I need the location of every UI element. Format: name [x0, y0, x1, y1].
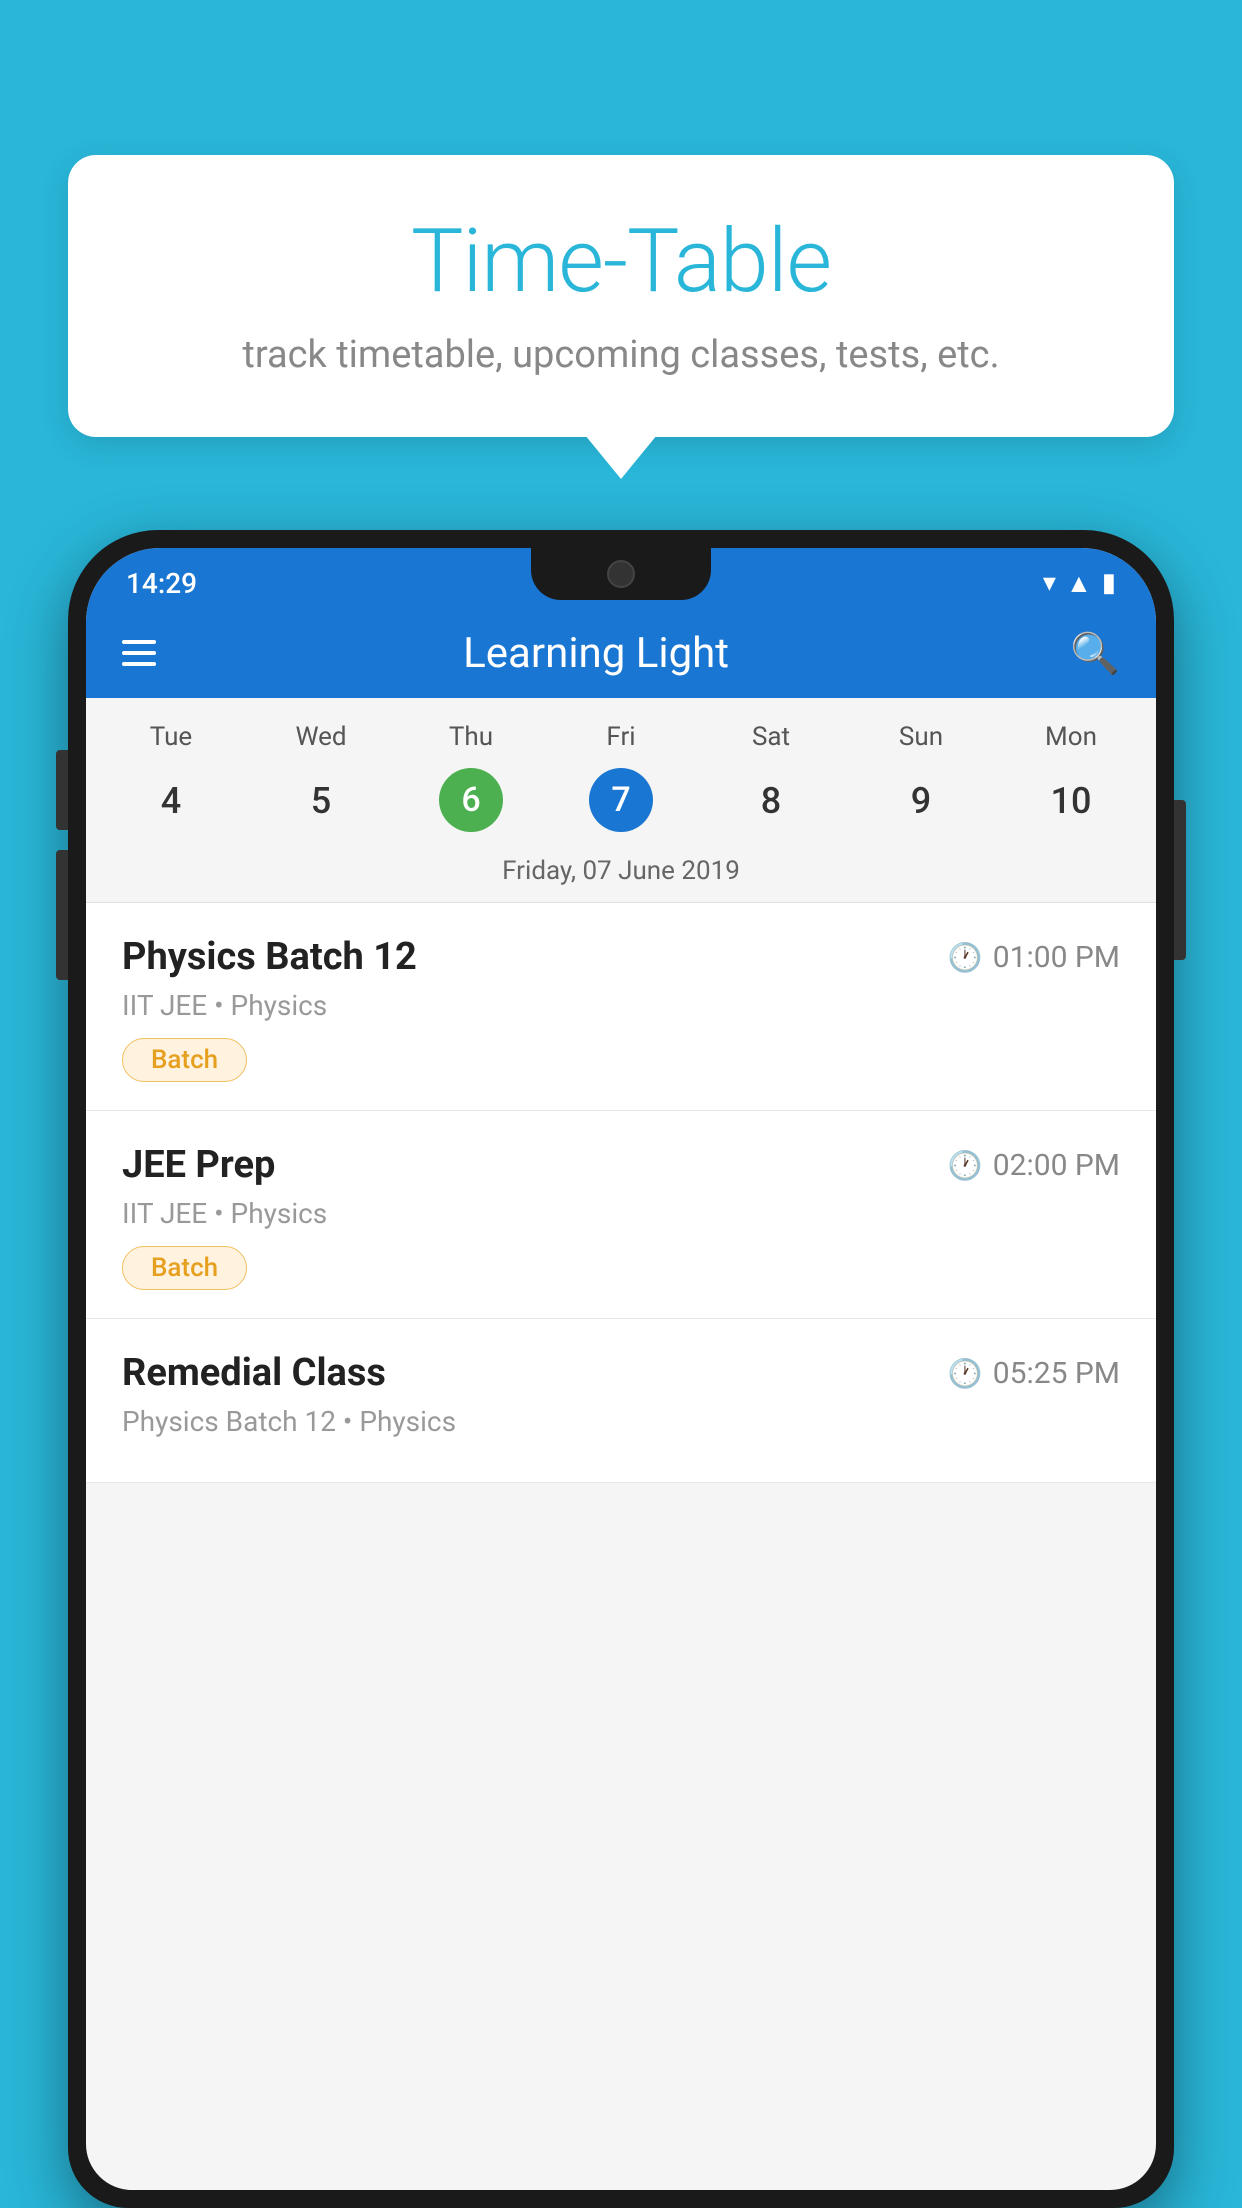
battery-icon: ▮ — [1102, 568, 1116, 598]
time-value-3: 05:25 PM — [993, 1356, 1120, 1391]
search-button[interactable]: 🔍 — [1070, 630, 1120, 677]
status-icons: ▾ ▲ ▮ — [1043, 568, 1116, 599]
schedule-item-header-3: Remedial Class 🕐 05:25 PM — [122, 1351, 1120, 1395]
day-5[interactable]: 5 — [246, 768, 396, 834]
volume-button-down — [56, 850, 68, 980]
schedule-item-time-3: 🕐 05:25 PM — [948, 1356, 1120, 1391]
clock-icon-2: 🕐 — [948, 1149, 983, 1182]
tooltip-title: Time-Table — [128, 210, 1114, 313]
volume-button-up — [56, 750, 68, 830]
day-8[interactable]: 8 — [696, 768, 846, 834]
day-10[interactable]: 10 — [996, 768, 1146, 834]
schedule-item-title-1: Physics Batch 12 — [122, 935, 417, 979]
time-value-1: 01:00 PM — [993, 940, 1120, 975]
phone-mockup: 14:29 ▾ ▲ ▮ Learning Light 🔍 — [68, 530, 1174, 2208]
tooltip-card: Time-Table track timetable, upcoming cla… — [68, 155, 1174, 437]
schedule-item-header-1: Physics Batch 12 🕐 01:00 PM — [122, 935, 1120, 979]
schedule-item-title-2: JEE Prep — [122, 1143, 275, 1187]
schedule-item-physics-batch[interactable]: Physics Batch 12 🕐 01:00 PM IIT JEE • Ph… — [86, 903, 1156, 1111]
phone-screen: 14:29 ▾ ▲ ▮ Learning Light 🔍 — [86, 548, 1156, 2190]
schedule-item-remedial[interactable]: Remedial Class 🕐 05:25 PM Physics Batch … — [86, 1319, 1156, 1483]
schedule-item-sub-1: IIT JEE • Physics — [122, 989, 1120, 1022]
phone-notch — [531, 548, 711, 600]
day-label-thu: Thu — [396, 714, 546, 760]
day-9[interactable]: 9 — [846, 768, 996, 834]
selected-date-label: Friday, 07 June 2019 — [86, 846, 1156, 902]
day-label-wed: Wed — [246, 714, 396, 760]
wifi-icon: ▾ — [1043, 568, 1056, 598]
tooltip-subtitle: track timetable, upcoming classes, tests… — [128, 333, 1114, 377]
app-title: Learning Light — [122, 629, 1070, 678]
day-label-fri: Fri — [546, 714, 696, 760]
signal-icon: ▲ — [1066, 568, 1092, 599]
schedule-item-sub-2: IIT JEE • Physics — [122, 1197, 1120, 1230]
day-6-today[interactable]: 6 — [439, 768, 503, 832]
schedule-list: Physics Batch 12 🕐 01:00 PM IIT JEE • Ph… — [86, 903, 1156, 1483]
app-header: Learning Light 🔍 — [86, 608, 1156, 698]
schedule-item-jee-prep[interactable]: JEE Prep 🕐 02:00 PM IIT JEE • Physics Ba… — [86, 1111, 1156, 1319]
day-4[interactable]: 4 — [96, 768, 246, 834]
batch-badge-2: Batch — [122, 1246, 247, 1290]
schedule-item-time-2: 🕐 02:00 PM — [948, 1148, 1120, 1183]
schedule-item-header-2: JEE Prep 🕐 02:00 PM — [122, 1143, 1120, 1187]
schedule-item-title-3: Remedial Class — [122, 1351, 386, 1395]
time-value-2: 02:00 PM — [993, 1148, 1120, 1183]
front-camera — [607, 560, 635, 588]
status-time: 14:29 — [126, 567, 197, 600]
day-labels-row: Tue Wed Thu Fri Sat Sun Mon — [86, 714, 1156, 760]
power-button — [1174, 800, 1186, 960]
day-label-mon: Mon — [996, 714, 1146, 760]
clock-icon-3: 🕐 — [948, 1357, 983, 1390]
schedule-item-time-1: 🕐 01:00 PM — [948, 940, 1120, 975]
day-7-selected[interactable]: 7 — [589, 768, 653, 832]
clock-icon-1: 🕐 — [948, 941, 983, 974]
calendar-strip: Tue Wed Thu Fri Sat Sun Mon 4 5 6 7 8 — [86, 698, 1156, 903]
schedule-item-sub-3: Physics Batch 12 • Physics — [122, 1405, 1120, 1438]
day-label-sat: Sat — [696, 714, 846, 760]
day-label-sun: Sun — [846, 714, 996, 760]
day-label-tue: Tue — [96, 714, 246, 760]
day-numbers-row: 4 5 6 7 8 9 10 — [86, 760, 1156, 846]
batch-badge-1: Batch — [122, 1038, 247, 1082]
